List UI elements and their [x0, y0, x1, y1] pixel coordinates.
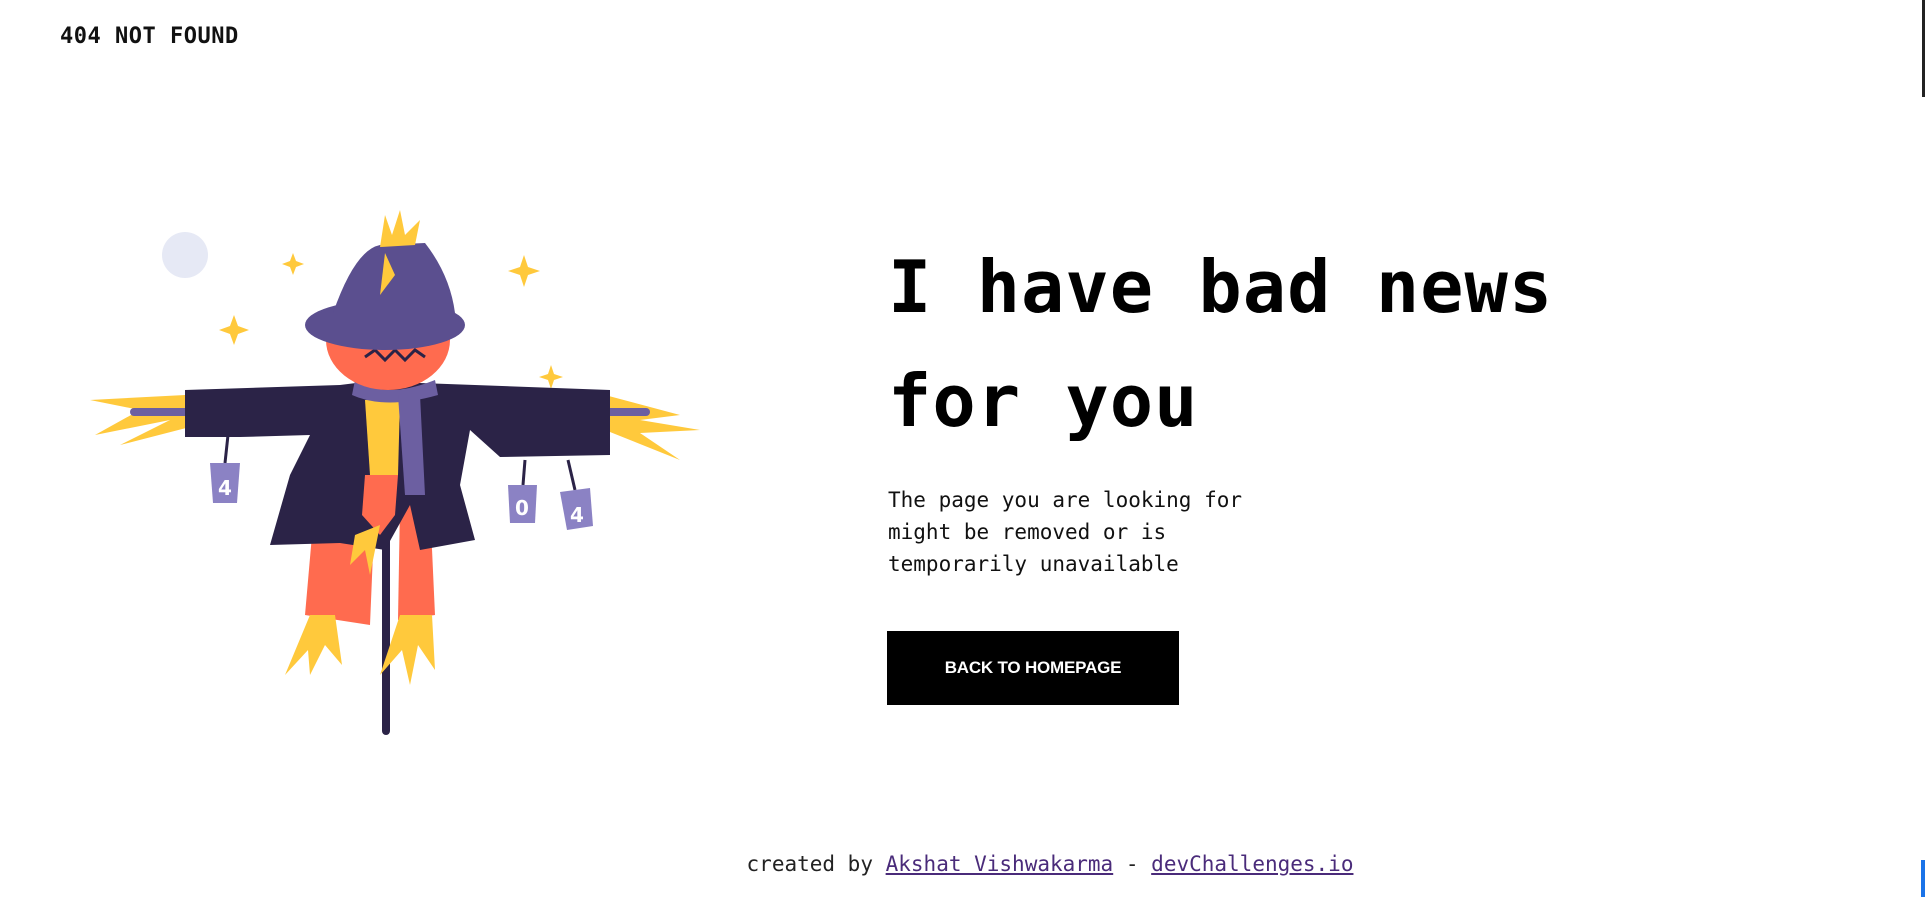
headline-line2: for you: [888, 359, 1199, 443]
scrollbar[interactable]: [1921, 0, 1925, 897]
headline: I have bad news for you: [888, 230, 1688, 458]
footer: created by Akshat Vishwakarma - devChall…: [0, 852, 1925, 876]
moon-icon: [162, 232, 208, 278]
devchallenges-link[interactable]: devChallenges.io: [1151, 852, 1353, 876]
can-middle-label: 0: [515, 496, 529, 520]
can-left-label: 4: [218, 476, 232, 500]
can-right: 4: [560, 488, 593, 530]
footer-separator: -: [1125, 852, 1139, 876]
can-left: 4: [210, 463, 240, 503]
footer-prefix: created by: [746, 852, 873, 876]
author-link[interactable]: Akshat Vishwakarma: [886, 852, 1114, 876]
description-line2: might be removed or is: [888, 520, 1167, 544]
description-line1: The page you are looking for: [888, 488, 1243, 512]
description-line3: temporarily unavailable: [888, 552, 1179, 576]
description: The page you are looking for might be re…: [888, 484, 1308, 580]
can-middle: 0: [508, 485, 537, 523]
headline-line1: I have bad news: [888, 245, 1554, 329]
scarecrow-illustration: 4 0 4: [80, 205, 720, 735]
can-right-label: 4: [570, 503, 584, 527]
scroll-corner: [1921, 860, 1925, 897]
back-to-homepage-button[interactable]: BACK TO HOMEPAGE: [887, 631, 1179, 705]
brand-title: 404 NOT FOUND: [60, 24, 239, 49]
